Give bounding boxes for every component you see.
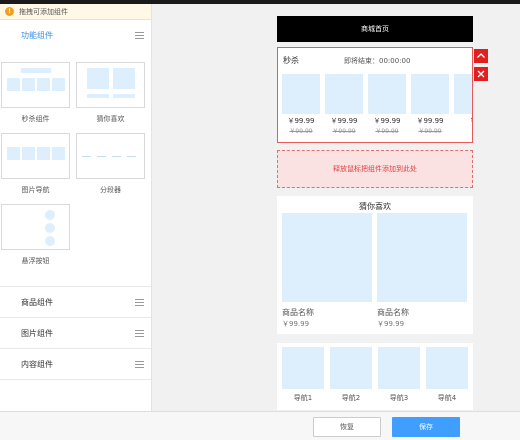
seckill-title: 秒杀 [283,56,299,65]
seckill-component[interactable]: 秒杀 即将结束：00:00:00 ￥99.99 ￥99.99 ￥99.99 ￥9… [277,47,473,143]
product-image [411,74,449,114]
nav-label: 导航4 [437,394,457,402]
guess-item[interactable]: 商品名称 ￥99.99 [282,213,372,329]
component-sidebar: ! 拖拽可添加组件 功能组件 秒杀组件 猜你喜欢 图片导航 分段器 悬浮按钮 商… [0,4,152,411]
component-grid: 秒杀组件 猜你喜欢 图片导航 分段器 悬浮按钮 [0,51,151,287]
component-tile-seckill[interactable] [1,62,70,108]
warning-icon: ! [5,7,14,16]
guess-component[interactable]: 猜你喜欢 商品名称 ￥99.99 商品名称 ￥99.99 [277,196,473,334]
section-label: 图片组件 [21,328,53,338]
product-price: ￥99.99 [330,117,358,125]
section-label: 商品组件 [21,297,53,307]
nav-item[interactable]: 导航1 [282,347,324,403]
product-old-price: ￥99.99 [332,128,356,135]
component-tile-guess[interactable] [76,62,145,108]
nav-image [378,347,420,389]
section-goods-components[interactable]: 商品组件 [0,287,151,318]
tile-label-seckill: 秒杀组件 [21,115,50,123]
product-image [377,213,467,302]
section-image-components[interactable]: 图片组件 [0,318,151,349]
save-button[interactable]: 保存 [392,417,460,437]
nav-label: 导航1 [293,394,313,402]
seckill-item[interactable]: ￥99.99 ￥99.99 [368,74,406,135]
nav-image [330,347,372,389]
guess-item[interactable]: 商品名称 ￥99.99 [377,213,467,329]
product-name: 商品名称 [282,308,314,317]
product-image [325,74,363,114]
nav-item[interactable]: 导航3 [378,347,420,403]
product-image [454,74,472,114]
nav-item[interactable]: 导航2 [330,347,372,403]
product-image [368,74,406,114]
seckill-countdown: 即将结束：00:00:00 [344,57,411,65]
product-image [282,74,320,114]
close-icon [477,70,485,78]
page-header[interactable]: 商城首页 [277,16,473,42]
menu-icon[interactable] [135,360,144,368]
guess-title: 猜你喜欢 [359,202,391,211]
product-price: ￥ [454,116,473,126]
seckill-item[interactable]: ￥99.99 ￥99.99 [325,74,363,135]
tile-label-guess: 猜你喜欢 [96,115,125,123]
seckill-item[interactable]: ￥99.99 ￥99.99 [411,74,449,135]
drag-tip-text: 拖拽可添加组件 [19,7,68,16]
product-image [282,213,372,302]
restore-button[interactable]: 恢复 [313,417,381,437]
menu-icon[interactable] [135,329,144,337]
menu-icon[interactable] [135,298,144,306]
move-up-button[interactable] [474,49,488,63]
product-price: ￥99.99 [282,320,310,328]
tile-label-segmenter: 分段器 [100,186,121,194]
product-name: 商品名称 [377,308,409,317]
chevron-up-icon [477,53,485,58]
menu-icon[interactable] [135,32,144,39]
bottom-action-bar: 恢复 保存 [0,411,520,440]
product-old-price: ￥99.99 [375,128,399,135]
product-price: ￥99.99 [377,320,405,328]
product-price: ￥99.99 [373,117,401,125]
component-tile-float-button[interactable] [1,204,70,250]
nav-item[interactable]: 导航4 [426,347,468,403]
section-function-components[interactable]: 功能组件 [0,20,151,51]
seckill-item[interactable]: ￥99.99 ￥99.99 [282,74,320,135]
section-content-components[interactable]: 内容组件 [0,349,151,380]
section-label: 内容组件 [21,359,53,369]
image-nav-component[interactable]: 导航1 导航2 导航3 导航4 [277,343,473,410]
product-old-price: ￥99.99 [418,128,442,135]
product-price: ￥99.99 [287,117,315,125]
component-tile-image-nav[interactable] [1,133,70,179]
nav-label: 导航3 [389,394,409,402]
nav-image [282,347,324,389]
product-price: ￥99.99 [416,117,444,125]
tile-label-float-button: 悬浮按钮 [21,257,50,265]
seckill-item[interactable]: ￥ [454,74,473,126]
nav-image [426,347,468,389]
drop-zone[interactable]: 释放鼠标把组件添加到此处 [277,150,473,188]
nav-label: 导航2 [341,394,361,402]
section-label: 功能组件 [21,31,53,40]
drag-tip: ! 拖拽可添加组件 [0,4,151,20]
delete-component-button[interactable] [474,67,488,81]
tile-label-image-nav: 图片导航 [21,186,50,194]
component-tile-segmenter[interactable] [76,133,145,179]
product-old-price: ￥99.99 [289,128,313,135]
